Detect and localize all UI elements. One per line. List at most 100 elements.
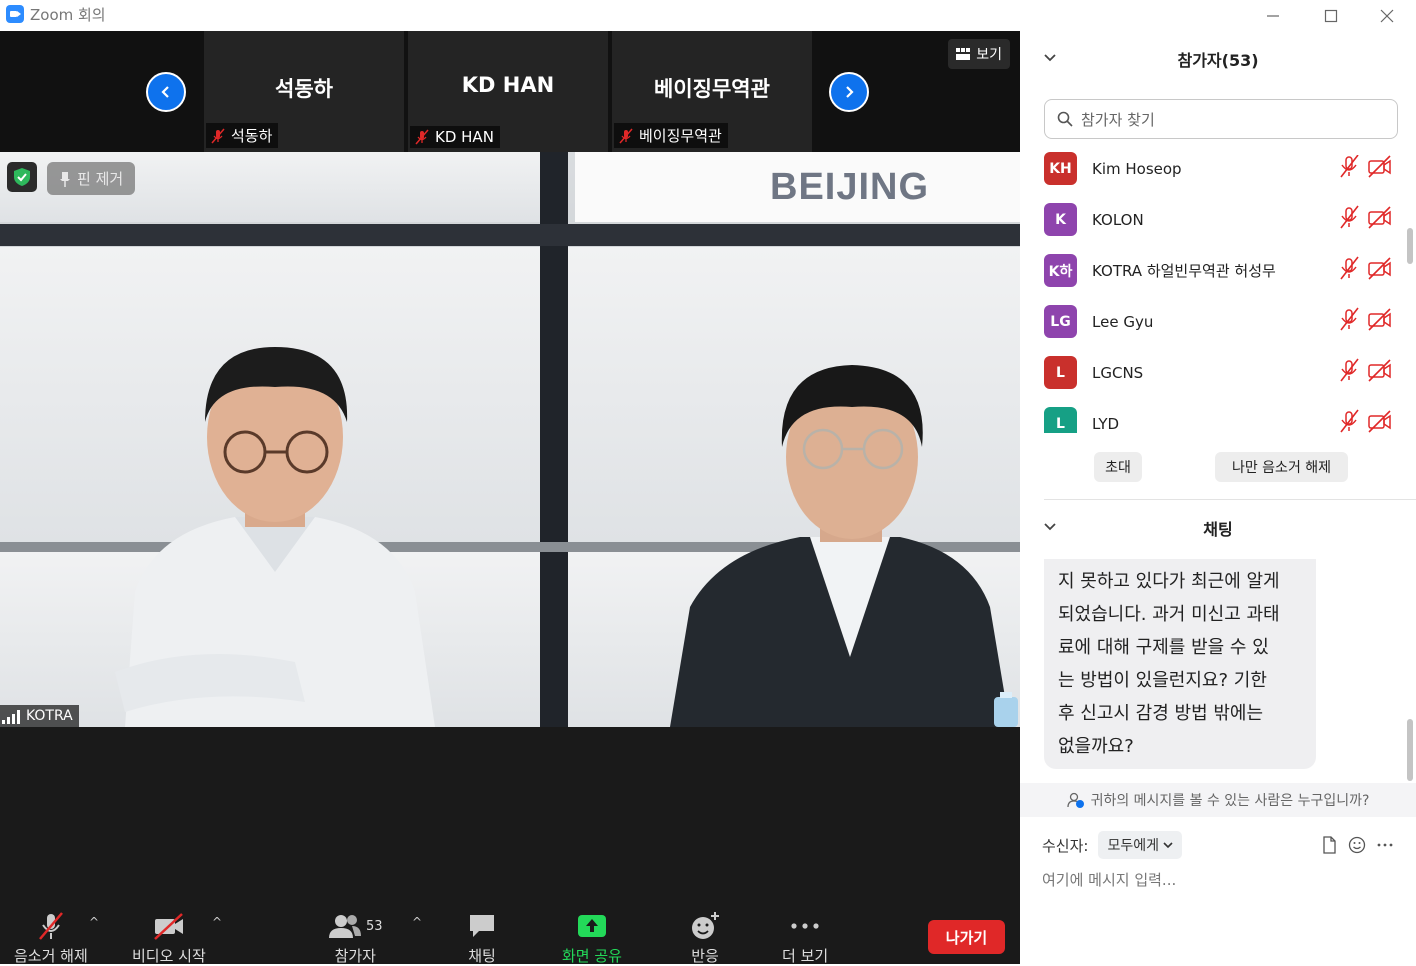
participants-count: 53 xyxy=(366,918,383,934)
participant-search-input[interactable]: 참가자 찾기 xyxy=(1044,99,1398,139)
avatar: LG xyxy=(1044,305,1077,338)
water-bottle xyxy=(994,692,1018,727)
share-screen-button[interactable]: 화면 공유 xyxy=(562,909,622,966)
avatar: K xyxy=(1044,203,1077,236)
avatar: K하 xyxy=(1044,254,1077,287)
mic-muted-icon xyxy=(38,912,63,940)
participant-tile[interactable]: 베이징무역관 베이징무역관 xyxy=(612,31,812,152)
unpin-button[interactable]: 핀 제거 xyxy=(47,162,136,195)
recipient-value: 모두에게 xyxy=(1107,838,1159,854)
emoji-icon[interactable] xyxy=(1348,836,1366,854)
unpin-label: 핀 제거 xyxy=(77,170,124,188)
unmute-button[interactable]: 음소거 해제 xyxy=(14,909,88,966)
video-off-icon xyxy=(1368,155,1391,178)
unmute-me-button[interactable]: 나만 음소거 해제 xyxy=(1215,452,1348,482)
tile-label: 베이징무역관 xyxy=(614,123,728,148)
chat-label: 채팅 xyxy=(468,947,496,965)
speaker-name: KOTRA xyxy=(26,708,73,724)
collapse-participants-button[interactable] xyxy=(1044,51,1056,66)
shield-check-icon xyxy=(14,168,30,186)
participant-tile[interactable]: KD HAN KD HAN xyxy=(408,31,608,152)
mic-muted-icon xyxy=(619,128,633,143)
search-placeholder: 참가자 찾기 xyxy=(1081,110,1155,129)
title-bar: Zoom 회의 xyxy=(0,0,1416,31)
security-shield-button[interactable] xyxy=(7,162,37,192)
chat-button[interactable]: 채팅 xyxy=(467,909,497,966)
divider xyxy=(1044,499,1416,500)
leave-button[interactable]: 나가기 xyxy=(928,920,1005,954)
start-video-button[interactable]: 비디오 시작 xyxy=(132,909,206,966)
reactions-button[interactable]: 반응 xyxy=(690,909,720,966)
scrollbar-thumb[interactable] xyxy=(1407,228,1413,264)
start-video-label: 비디오 시작 xyxy=(132,947,206,965)
beijing-banner: BEIJING xyxy=(575,152,1020,222)
scrollbar-thumb[interactable] xyxy=(1407,719,1413,781)
participants-title: 참가자(53) xyxy=(1177,51,1259,70)
maximize-button[interactable] xyxy=(1302,0,1360,31)
invite-button[interactable]: 초대 xyxy=(1094,452,1142,482)
pin-icon xyxy=(60,171,70,187)
chat-messages: 지 못하고 있다가 최근에 알게 되었습니다. 과거 미신고 과태 료에 대해 … xyxy=(1020,559,1416,773)
more-dots-icon[interactable] xyxy=(1376,836,1394,854)
tile-name: 석동하 xyxy=(275,77,333,101)
user-info-icon xyxy=(1066,792,1084,808)
view-button[interactable]: 보기 xyxy=(948,39,1010,69)
participants-options-caret[interactable]: ^ xyxy=(412,915,422,929)
message-line: 되었습니다. 과거 미신고 과태 xyxy=(1058,604,1280,625)
person-left xyxy=(115,347,435,727)
participants-button[interactable]: 53 참가자 xyxy=(328,909,383,966)
participant-name: KOTRA 하얼빈무역관 허성무 xyxy=(1092,262,1276,280)
tile-label-text: 석동하 xyxy=(231,127,273,145)
speaker-video[interactable]: BEIJING 핀 제거 KOTRA xyxy=(0,152,1020,727)
maximize-icon xyxy=(1324,9,1338,22)
collapse-chat-button[interactable] xyxy=(1044,520,1056,535)
chevron-down-icon xyxy=(1163,841,1173,848)
video-options-caret[interactable]: ^ xyxy=(212,915,222,929)
participant-list-scrollbar[interactable] xyxy=(1407,143,1413,433)
participant-name: LYD xyxy=(1092,414,1120,433)
close-icon xyxy=(1380,9,1394,22)
tile-name: 베이징무역관 xyxy=(654,77,770,101)
zoom-app-icon xyxy=(6,5,24,23)
chevron-down-icon xyxy=(1044,54,1056,62)
chat-message: 지 못하고 있다가 최근에 알게 되었습니다. 과거 미신고 과태 료에 대해 … xyxy=(1044,559,1316,769)
next-page-button[interactable] xyxy=(829,72,869,112)
who-can-see-link[interactable]: 귀하의 메시지를 볼 수 있는 사람은 누구입니까? xyxy=(1020,783,1416,817)
more-dots-icon xyxy=(791,923,819,929)
banner-text: BEIJING xyxy=(770,166,930,208)
chat-message-input[interactable]: 여기에 메시지 입력... xyxy=(1042,869,1176,890)
participant-tile[interactable]: 석동하 석동하 xyxy=(204,31,404,152)
participants-icon xyxy=(329,915,361,938)
participant-status-icons xyxy=(1340,155,1391,433)
minimize-button[interactable] xyxy=(1244,0,1302,31)
participants-label: 참가자 xyxy=(334,947,376,965)
prev-page-button[interactable] xyxy=(146,72,186,112)
participant-name: Lee Gyu xyxy=(1092,312,1154,331)
message-line: 후 신고시 감경 방법 밖에는 xyxy=(1058,703,1264,724)
meeting-area: 석동하 석동하 KD HAN KD HAN 베이징무역관 베이징무역관 보기 B… xyxy=(0,31,1020,966)
mic-muted-icon xyxy=(211,128,225,143)
window-title: Zoom 회의 xyxy=(30,6,106,24)
minimize-icon xyxy=(1267,14,1279,17)
recipient-select[interactable]: 모두에게 xyxy=(1098,831,1182,859)
share-screen-icon xyxy=(577,915,606,937)
chat-title: 채팅 xyxy=(1203,520,1233,539)
close-button[interactable] xyxy=(1358,0,1416,31)
chat-scrollbar[interactable] xyxy=(1407,559,1413,783)
avatar: KH xyxy=(1044,152,1077,185)
chat-header: 채팅 xyxy=(1020,508,1416,548)
side-panel: 참가자(53) 참가자 찾기 KH Kim Hoseop K KOLON K하 … xyxy=(1020,31,1416,964)
share-label: 화면 공유 xyxy=(562,947,622,965)
recipient-row: 수신자: 모두에게 xyxy=(1042,831,1182,859)
participant-name: KOLON xyxy=(1092,210,1144,229)
file-icon[interactable] xyxy=(1320,836,1338,854)
participant-name: Kim Hoseop xyxy=(1092,159,1182,178)
mic-muted-icon xyxy=(1340,155,1359,178)
audio-options-caret[interactable]: ^ xyxy=(89,915,99,929)
chat-bubble-icon xyxy=(470,915,494,937)
chat-actions xyxy=(1320,836,1394,854)
who-can-see-text: 귀하의 메시지를 볼 수 있는 사람은 누구입니까? xyxy=(1090,793,1370,809)
more-label: 더 보기 xyxy=(782,947,829,965)
more-button[interactable]: 더 보기 xyxy=(782,909,828,966)
participant-name: LGCNS xyxy=(1092,363,1144,382)
